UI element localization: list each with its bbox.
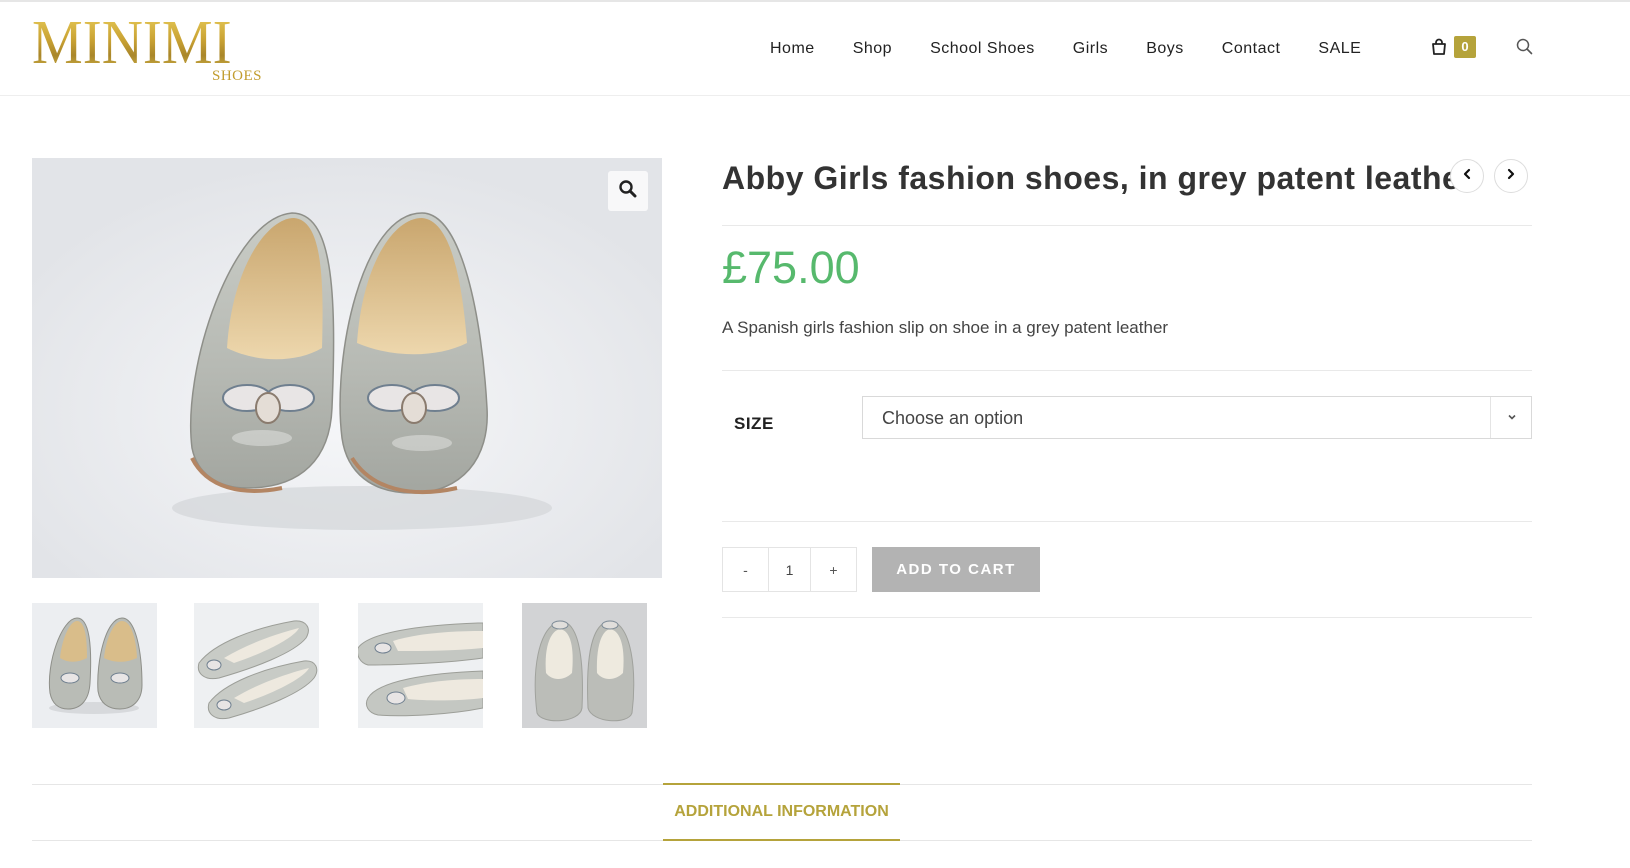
add-to-cart-button[interactable]: ADD TO CART (872, 547, 1040, 592)
chevron-left-icon (1461, 167, 1473, 185)
cart-button[interactable]: 0 (1430, 36, 1476, 58)
logo-subtitle: SHOES (211, 68, 262, 84)
previous-product-button[interactable] (1450, 159, 1484, 193)
thumbnail-1[interactable] (32, 603, 157, 728)
product-price: £75.00 (722, 242, 860, 293)
next-product-button[interactable] (1494, 159, 1528, 193)
zoom-button[interactable] (608, 171, 648, 211)
qty-decrease-button[interactable]: - (723, 548, 768, 591)
quantity-stepper: - + (722, 547, 857, 592)
nav-sale[interactable]: SALE (1318, 40, 1361, 58)
header-search-button[interactable] (1516, 38, 1533, 60)
thumbnail-3[interactable] (358, 603, 483, 728)
product-title: Abby Girls fashion shoes, in grey patent… (722, 160, 1474, 196)
nav-home[interactable]: Home (770, 40, 815, 58)
nav-contact[interactable]: Contact (1222, 40, 1281, 58)
qty-increase-button[interactable]: + (811, 548, 856, 591)
thumbnail-2[interactable] (194, 603, 319, 728)
nav-school-shoes[interactable]: School Shoes (930, 40, 1035, 58)
shopping-bag-icon (1430, 38, 1448, 56)
nav-girls[interactable]: Girls (1073, 40, 1108, 58)
logo-wordmark: MINIMI (32, 9, 232, 77)
site-header: MINIMI SHOES Home Shop School Shoes Girl… (0, 2, 1630, 96)
select-separator (1490, 397, 1491, 438)
thumbnail-4[interactable] (522, 603, 647, 728)
divider-title (722, 225, 1532, 226)
main-nav: Home Shop School Shoes Girls Boys Contac… (770, 2, 1399, 96)
size-label: SIZE (734, 414, 774, 433)
quantity-input[interactable] (768, 548, 811, 591)
divider-cart (722, 617, 1532, 618)
product-short-description: A Spanish girls fashion slip on shoe in … (722, 318, 1169, 337)
tab-additional-information[interactable]: ADDITIONAL INFORMATION (663, 783, 900, 841)
magnifier-icon (618, 179, 638, 204)
divider-description (722, 370, 1532, 371)
cart-count-badge: 0 (1454, 36, 1476, 58)
size-select-value: Choose an option (882, 408, 1024, 428)
size-select[interactable]: Choose an option (862, 396, 1532, 439)
chevron-right-icon (1505, 167, 1517, 185)
search-icon (1516, 38, 1533, 59)
nav-boys[interactable]: Boys (1146, 40, 1184, 58)
tab-label: ADDITIONAL INFORMATION (674, 803, 889, 820)
divider-variations (722, 521, 1532, 522)
product-main-image[interactable] (32, 158, 662, 578)
chevron-down-icon (1505, 410, 1519, 429)
site-logo[interactable]: MINIMI SHOES (32, 12, 262, 88)
nav-shop[interactable]: Shop (853, 40, 892, 58)
